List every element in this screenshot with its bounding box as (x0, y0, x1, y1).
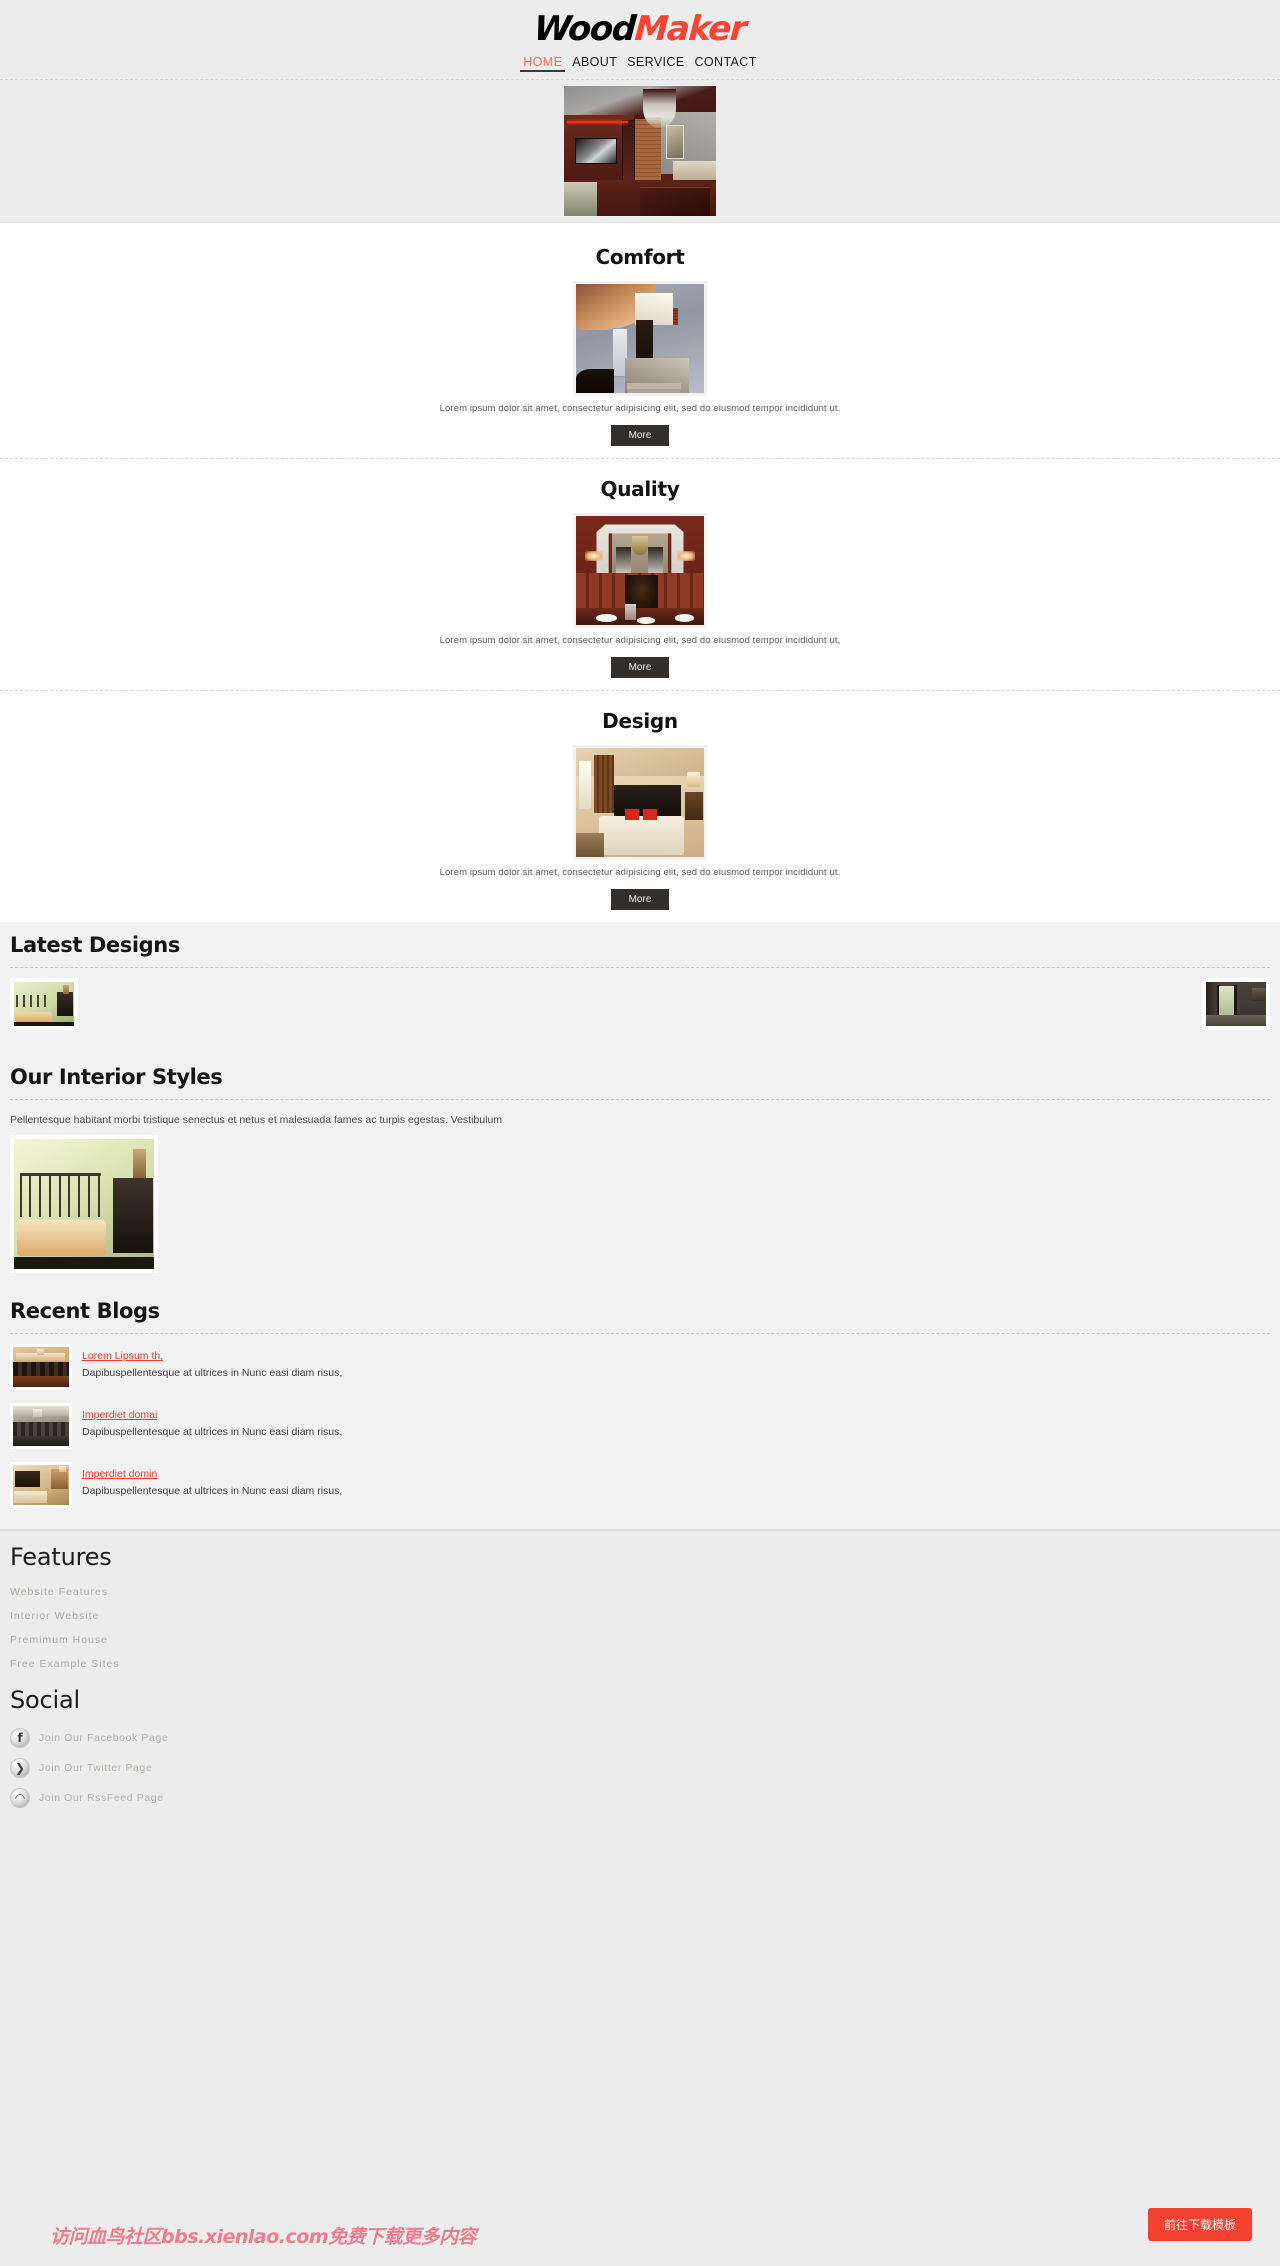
nav-item-service[interactable]: SERVICE (624, 55, 687, 69)
more-button-comfort[interactable]: More (610, 425, 670, 446)
blog-list-item: Lorem Lipsum th, Dapibuspellentesque at … (10, 1338, 1270, 1397)
nav-item-about[interactable]: ABOUT (569, 55, 620, 69)
blog-thumb-2[interactable] (10, 1403, 72, 1449)
latest-design-thumb-1[interactable] (10, 978, 78, 1030)
hero-image (564, 86, 716, 216)
blog-link[interactable]: Lorem Lipsum th, (82, 1350, 163, 1362)
feature-image-frame (573, 513, 707, 628)
footer-title-features: Features (10, 1543, 112, 1571)
quality-image (576, 516, 704, 625)
blog-link[interactable]: Imperdiet domai (82, 1409, 157, 1421)
feature-block-design: Design Lorem ipsum dolor sit amet, conse… (0, 690, 1280, 922)
social-label-twitter: Join Our Twitter Page (39, 1762, 153, 1774)
hero-banner (0, 80, 1280, 223)
feature-block-comfort: Comfort Lorem ipsum dolor sit amet, cons… (0, 245, 1280, 458)
interior-styles-section: Our Interior Styles Pellentesque habitan… (0, 1054, 1280, 1288)
footer-title-social: Social (10, 1686, 80, 1714)
social-label-facebook: Join Our Facebook Page (39, 1732, 169, 1744)
social-item-facebook[interactable]: f Join Our Facebook Page (10, 1723, 1270, 1753)
logo-text-second: Maker (633, 9, 747, 49)
comfort-image (576, 284, 704, 393)
footer-link-website-features[interactable]: Website Features (10, 1580, 1270, 1604)
latest-designs-row (10, 978, 1270, 1040)
dark-room-open-door-image (1206, 982, 1266, 1026)
main-navigation: HOME ABOUT SERVICE CONTACT (0, 55, 1280, 72)
rss-icon: ◠ (10, 1788, 30, 1808)
warm-dining-hall-image (13, 1347, 69, 1387)
more-button-quality[interactable]: More (610, 657, 670, 678)
blog-link[interactable]: Imperdiet domin (82, 1468, 157, 1480)
social-item-twitter[interactable]: ❯ Join Our Twitter Page (10, 1753, 1270, 1783)
interior-styles-image-frame[interactable] (10, 1135, 158, 1273)
feature-title: Quality (600, 477, 680, 501)
blog-list-item: Imperdiet domin Dapibuspellentesque at u… (10, 1456, 1270, 1515)
recent-blogs-section: Recent Blogs Lorem Lipsum th, Dapibuspel… (0, 1288, 1280, 1529)
footer-link-premium-house[interactable]: Premimum House (10, 1628, 1270, 1652)
blog-description: Dapibuspellentesque at ultrices in Nunc … (82, 1485, 343, 1497)
footer-link-interior-website[interactable]: Interior Website (10, 1604, 1270, 1628)
feature-caption: Lorem ipsum dolor sit amet, consectetur … (439, 635, 841, 646)
interior-styles-image (14, 1139, 154, 1269)
site-header: WoodMaker HOME ABOUT SERVICE CONTACT (0, 0, 1280, 80)
more-button-design[interactable]: More (610, 889, 670, 910)
nav-item-home[interactable]: HOME (520, 55, 566, 72)
latest-designs-section: Latest Designs (0, 922, 1280, 1054)
site-watermark: 访问血鸟社区bbs.xienlao.com免费下载更多内容 (50, 2226, 477, 2248)
site-footer: Features Website Features Interior Websi… (0, 1529, 1280, 1813)
blog-description: Dapibuspellentesque at ultrices in Nunc … (82, 1426, 343, 1438)
long-dining-table-image (13, 1406, 69, 1446)
section-title-latest-designs: Latest Designs (10, 922, 1270, 968)
feature-caption: Lorem ipsum dolor sit amet, consectetur … (439, 867, 841, 878)
feature-block-quality: Quality Lorem ipsum dolor sit amet, cons… (0, 458, 1280, 690)
latest-design-thumb-2[interactable] (1202, 978, 1270, 1030)
facebook-icon: f (10, 1728, 30, 1748)
feature-caption: Lorem ipsum dolor sit amet, consectetur … (439, 403, 841, 414)
blog-list-item: Imperdiet domai Dapibuspellentesque at u… (10, 1397, 1270, 1456)
site-logo[interactable]: WoodMaker (0, 0, 1280, 49)
iron-bed-green-room-image (14, 982, 74, 1026)
feature-title: Design (602, 709, 678, 733)
blog-thumb-1[interactable] (10, 1344, 72, 1390)
blog-thumb-3[interactable] (10, 1462, 72, 1508)
warm-bedroom-image (13, 1465, 69, 1505)
footer-link-free-example-sites[interactable]: Free Example Sites (10, 1652, 1270, 1676)
feature-image-frame (573, 745, 707, 860)
section-title-interior-styles: Our Interior Styles (10, 1054, 1270, 1100)
interior-styles-paragraph: Pellentesque habitant morbi tristique se… (10, 1114, 503, 1126)
design-image (576, 748, 704, 857)
feature-image-frame (573, 281, 707, 396)
social-item-rss[interactable]: ◠ Join Our RssFeed Page (10, 1783, 1270, 1813)
download-template-button[interactable]: 前往下载模板 (1147, 2208, 1252, 2241)
feature-title: Comfort (595, 245, 685, 269)
section-title-recent-blogs: Recent Blogs (10, 1288, 1270, 1334)
social-label-rss: Join Our RssFeed Page (39, 1792, 164, 1804)
logo-text-first: Wood (532, 9, 637, 49)
blog-description: Dapibuspellentesque at ultrices in Nunc … (82, 1367, 343, 1379)
twitter-icon: ❯ (10, 1758, 30, 1778)
feature-blocks: Comfort Lorem ipsum dolor sit amet, cons… (0, 223, 1280, 922)
nav-item-contact[interactable]: CONTACT (691, 55, 759, 69)
